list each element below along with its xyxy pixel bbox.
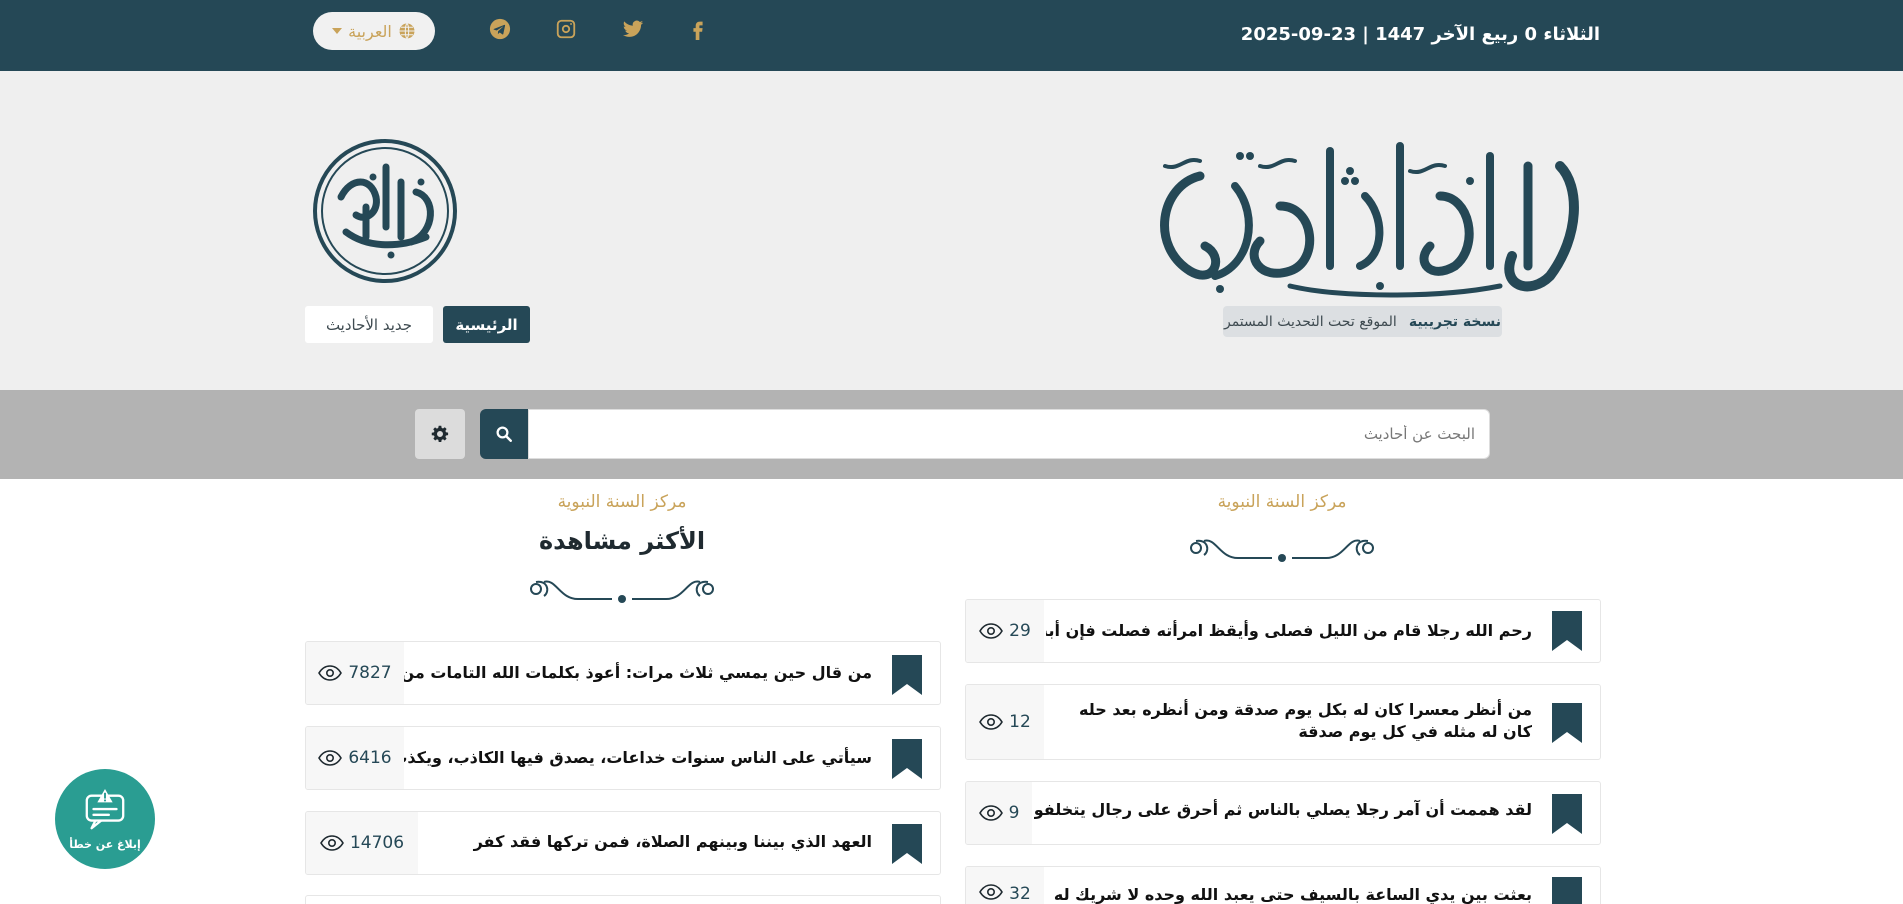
- fatwa-encyclopedia-seal[interactable]: [311, 137, 459, 285]
- left-section-subtitle: مركز السنة النبوية: [557, 492, 687, 512]
- facebook-icon[interactable]: [685, 16, 711, 42]
- report-error-button[interactable]: إبلاغ عن خطأ: [55, 769, 155, 869]
- site-header: نسخة تجريبية الموقع تحت التحديث المستمر …: [0, 71, 1903, 390]
- chevron-down-icon: [332, 28, 343, 34]
- bookmark-icon[interactable]: [1552, 794, 1582, 834]
- hadith-text[interactable]: سيأتي على الناس سنوات خداعات، يصدق فيها …: [404, 747, 872, 769]
- hadith-text[interactable]: بعثت بين يدي الساعة بالسيف حتى يعبد الله…: [1046, 884, 1532, 904]
- nav-home-button[interactable]: الرئيسية: [443, 306, 530, 343]
- most-viewed-card[interactable]: من قال حين يمسي ثلاث مرات: أعوذ بكلمات ا…: [305, 641, 941, 705]
- language-label: العربية: [348, 21, 392, 41]
- eye-icon: [318, 665, 343, 681]
- current-date: الثلاثاء 0 ربيع الآخر 1447 | 23-09-2025: [1240, 24, 1600, 45]
- view-count-value: 32: [1009, 884, 1031, 904]
- view-count: 7827: [306, 642, 404, 704]
- view-count: 32: [966, 867, 1044, 904]
- view-count: 12: [966, 685, 1044, 759]
- search-settings-button[interactable]: [415, 409, 465, 459]
- eye-icon: [318, 750, 343, 766]
- top-bar: الثلاثاء 0 ربيع الآخر 1447 | 23-09-2025 …: [0, 0, 1903, 71]
- bookmark-icon[interactable]: [1552, 611, 1582, 651]
- view-count-value: 7827: [348, 663, 392, 683]
- ornament-divider-right: [1190, 539, 1374, 562]
- hadith-card[interactable]: بعثت بين يدي الساعة بالسيف حتى يعبد الله…: [965, 866, 1601, 904]
- report-error-label: إبلاغ عن خطأ: [69, 837, 141, 851]
- view-count: 6416: [306, 727, 404, 789]
- view-count-value: 12: [1009, 712, 1031, 732]
- most-viewed-card[interactable]: سيأتي على الناس سنوات خداعات، يصدق فيها …: [305, 726, 941, 790]
- hadith-card[interactable]: لقد هممت أن آمر رجلا يصلي بالناس ثم أحرق…: [965, 781, 1601, 845]
- hadith-text[interactable]: لقد هممت أن آمر رجلا يصلي بالناس ثم أحرق…: [1034, 799, 1532, 821]
- eye-icon: [979, 714, 1004, 730]
- bookmark-icon[interactable]: [892, 739, 922, 779]
- view-count: 9: [966, 782, 1032, 844]
- nav-new-hadiths-button[interactable]: جديد الأحاديث: [305, 306, 433, 343]
- beta-notice: نسخة تجريبية الموقع تحت التحديث المستمر: [1223, 306, 1502, 337]
- bookmark-icon[interactable]: [1552, 877, 1582, 904]
- eye-icon: [979, 623, 1004, 639]
- hadith-card[interactable]: رحم الله رجلا قام من الليل فصلى وأيقظ ام…: [965, 599, 1601, 663]
- globe-icon: [399, 23, 415, 39]
- hadith-text[interactable]: من أنظر معسرا كان له بكل يوم صدقة ومن أن…: [1046, 699, 1532, 743]
- site-logo[interactable]: [1140, 126, 1585, 301]
- most-viewed-title: الأكثر مشاهدة: [538, 527, 706, 555]
- hadith-text[interactable]: العهد الذي بيننا وبينهم الصلاة، فمن تركه…: [418, 831, 872, 853]
- search-input[interactable]: [528, 409, 1490, 459]
- view-count: 14706: [306, 812, 418, 874]
- beta-text: الموقع تحت التحديث المستمر: [1223, 313, 1397, 330]
- view-count-value: 14706: [349, 833, 405, 853]
- instagram-icon[interactable]: [553, 16, 579, 42]
- most-viewed-card[interactable]: العهد الذي بيننا وبينهم الصلاة، فمن تركه…: [305, 811, 941, 875]
- view-count-value: 29: [1009, 621, 1031, 641]
- view-count-value: 6416: [348, 748, 392, 768]
- search-button[interactable]: [480, 409, 528, 459]
- beta-label: نسخة تجريبية: [1408, 313, 1502, 330]
- eye-icon: [979, 884, 1004, 900]
- bookmark-icon[interactable]: [892, 824, 922, 864]
- view-count-value: 9: [1008, 803, 1020, 823]
- eye-icon: [320, 835, 344, 851]
- hadith-card[interactable]: من أنظر معسرا كان له بكل يوم صدقة ومن أن…: [965, 684, 1601, 760]
- view-count: 29: [966, 600, 1044, 662]
- ornament-divider-left: [530, 580, 714, 603]
- hadith-text[interactable]: من قال حين يمسي ثلاث مرات: أعوذ بكلمات ا…: [404, 662, 872, 684]
- right-section-subtitle: مركز السنة النبوية: [1217, 492, 1347, 512]
- report-chat-icon: [85, 788, 125, 829]
- telegram-icon[interactable]: [487, 16, 513, 42]
- language-selector[interactable]: العربية: [313, 12, 435, 50]
- twitter-icon[interactable]: [620, 16, 646, 42]
- search-icon: [496, 426, 512, 442]
- most-viewed-card[interactable]: [305, 895, 941, 904]
- gear-icon: [431, 425, 449, 442]
- hadith-text[interactable]: رحم الله رجلا قام من الليل فصلى وأيقظ ام…: [1046, 620, 1532, 642]
- eye-icon: [978, 805, 1003, 821]
- bookmark-icon[interactable]: [892, 655, 922, 695]
- bookmark-icon[interactable]: [1552, 703, 1582, 743]
- search-bar: [0, 390, 1903, 479]
